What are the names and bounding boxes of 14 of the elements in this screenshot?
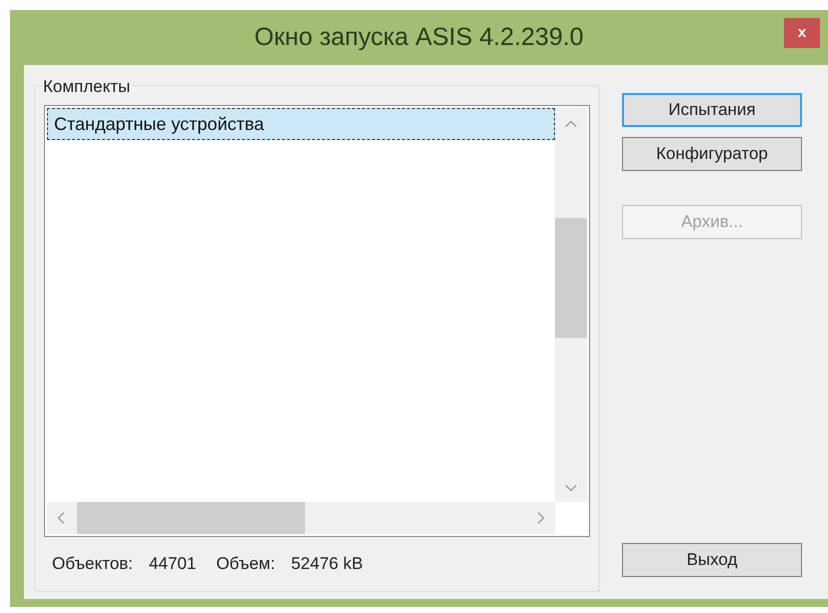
exit-button[interactable]: Выход: [622, 543, 802, 577]
dialog-button[interactable]: Испытания: [622, 93, 802, 127]
stat-value: 52476 kB: [291, 553, 363, 575]
stat-value: 44701: [148, 553, 196, 575]
vertical-scrollbar[interactable]: [555, 108, 587, 502]
stat-label: Объем:: [216, 553, 276, 575]
scrollbar-thumb[interactable]: [77, 502, 305, 534]
stat-label: Объектов:: [52, 553, 133, 575]
scrollbar-thumb[interactable]: [555, 218, 587, 338]
close-button[interactable]: x: [784, 18, 820, 48]
dialog-button[interactable]: Конфигуратор: [622, 137, 802, 171]
horizontal-scrollbar[interactable]: [47, 502, 555, 534]
list-item[interactable]: Стандартные устройства: [47, 108, 555, 140]
window-title: Окно запуска ASIS 4.2.239.0: [254, 22, 584, 53]
